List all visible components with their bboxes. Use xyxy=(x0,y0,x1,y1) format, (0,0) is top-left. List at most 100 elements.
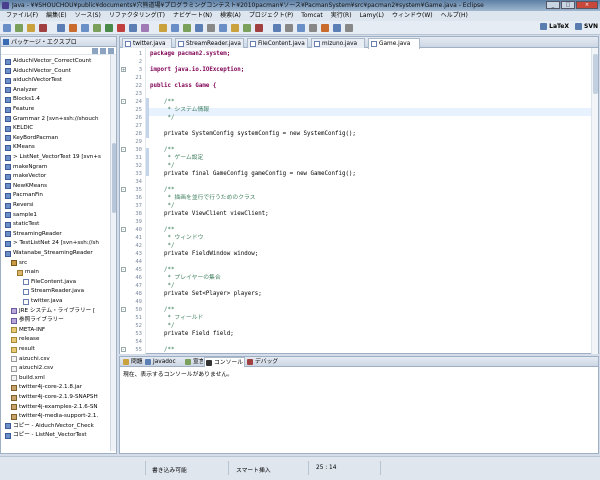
menu-item[interactable]: ウィンドウ(W) xyxy=(388,11,437,21)
console-tab[interactable]: コンソール xyxy=(204,357,245,367)
console-tab[interactable]: 問題 xyxy=(122,357,143,367)
toolbar-icon[interactable] xyxy=(345,24,353,32)
collapse-all-icon[interactable] xyxy=(92,48,98,54)
menu-item[interactable]: ソース(S) xyxy=(71,11,105,21)
tree-item-proj[interactable]: Watanabe_StreamingReader xyxy=(5,249,112,258)
tree-item-proj[interactable]: Feature xyxy=(5,105,112,114)
close-button[interactable]: × xyxy=(576,1,598,9)
toolbar-icon[interactable] xyxy=(207,24,215,32)
tree-item-file[interactable]: aizuchi.csv xyxy=(11,355,112,364)
tree-item-lib[interactable]: JRE システム・ライブラリー [ xyxy=(11,307,112,316)
menu-item[interactable]: ナビゲート(N) xyxy=(169,11,216,21)
toolbar-icon[interactable] xyxy=(57,24,65,32)
toolbar-icon[interactable] xyxy=(81,24,89,32)
toolbar-icon[interactable] xyxy=(129,24,137,32)
tree-item-java[interactable]: StreamReader.java xyxy=(23,287,112,296)
menu-item[interactable]: ファイル(F) xyxy=(2,11,42,21)
console-tab[interactable]: 宣言 xyxy=(184,357,203,367)
editor-scroll-thumb[interactable] xyxy=(593,54,598,94)
tree-item-proj[interactable]: makeNgram xyxy=(5,163,112,172)
tree-item-java[interactable]: FileContent.java xyxy=(23,278,112,287)
tree-item-folder[interactable]: META-INF xyxy=(11,326,112,335)
tree-item-proj[interactable]: > ListNet_VectorTest 19 [svn+s xyxy=(5,153,112,162)
tree-item-proj[interactable]: sample1 xyxy=(5,211,112,220)
toolbar-icon[interactable] xyxy=(273,24,281,32)
tree-item-proj[interactable]: KELDIC xyxy=(5,124,112,133)
console-tab[interactable]: Javadoc xyxy=(144,357,183,367)
toolbar-icon[interactable] xyxy=(333,24,341,32)
menu-item[interactable]: Lamy(L) xyxy=(356,11,388,21)
fold-toggle-icon[interactable]: - xyxy=(121,227,126,232)
tree-item-proj[interactable]: KMeans xyxy=(5,143,112,152)
toolbar-icon[interactable] xyxy=(93,24,101,32)
toolbar-icon[interactable] xyxy=(159,24,167,32)
tree-item-proj[interactable]: PacmanFin xyxy=(5,191,112,200)
tree-item-proj[interactable]: コピー - ListNet_VectorTest xyxy=(5,431,112,440)
toolbar-icon[interactable] xyxy=(255,24,263,32)
view-menu-icon[interactable] xyxy=(108,48,114,54)
fold-toggle-icon[interactable]: - xyxy=(121,99,126,104)
code-area[interactable]: 1 2 3 +21 22 23 24-25 26 27 28 29 30-31 32 33 34 35-36 3… xyxy=(120,48,598,354)
tree-item-src[interactable]: src xyxy=(11,259,112,268)
toolbar-icon[interactable] xyxy=(39,24,47,32)
toolbar-icon[interactable] xyxy=(195,24,203,32)
tree-item-lib[interactable]: 参照ライブラリー xyxy=(11,316,112,325)
tree-item-java[interactable]: twitter.java xyxy=(23,297,112,306)
maximize-button[interactable]: □ xyxy=(561,1,575,9)
tree-item-proj[interactable]: staticTest xyxy=(5,220,112,229)
tree-item-proj[interactable]: AiduchiVector_CorrectCount xyxy=(5,57,112,66)
menu-item[interactable]: Tomcat xyxy=(297,11,327,21)
menu-item[interactable]: プロジェクト(P) xyxy=(245,11,297,21)
tree-item-jar[interactable]: twitter4j-examples-2.1.6-SN xyxy=(11,403,112,412)
menu-item[interactable]: 編集(E) xyxy=(42,11,70,21)
menu-item[interactable]: リファクタリング(T) xyxy=(105,11,169,21)
toolbar-icon[interactable] xyxy=(219,24,227,32)
menu-item[interactable]: 実行(R) xyxy=(327,11,356,21)
fold-toggle-icon[interactable]: + xyxy=(121,67,126,72)
fold-toggle-icon[interactable]: - xyxy=(121,147,126,152)
tree-item-pkg[interactable]: main xyxy=(17,268,112,277)
toolbar-icon[interactable] xyxy=(231,24,239,32)
toolbar-icon[interactable] xyxy=(309,24,317,32)
toolbar-icon[interactable] xyxy=(3,24,11,32)
tree-item-proj[interactable]: > TestListNet 24 [svn+ssh://sh xyxy=(5,239,112,248)
editor-tab[interactable]: mizuno.java xyxy=(311,38,365,48)
fold-toggle-icon[interactable]: - xyxy=(121,187,126,192)
menu-item[interactable]: 検索(A) xyxy=(216,11,245,21)
toolbar-icon[interactable] xyxy=(105,24,113,32)
minimize-button[interactable]: _ xyxy=(546,1,560,9)
tree-item-proj[interactable]: Analyzer xyxy=(5,86,112,95)
toolbar-icon[interactable] xyxy=(285,24,293,32)
editor-scrollbar[interactable] xyxy=(591,48,598,354)
toolbar-icon[interactable] xyxy=(117,24,125,32)
editor-tab[interactable]: StreamReader.java xyxy=(175,38,244,48)
editor-tab[interactable]: twitter.java xyxy=(122,38,172,48)
tree-item-file[interactable]: build.xml xyxy=(11,374,112,383)
explorer-scroll-thumb[interactable] xyxy=(112,143,116,213)
fold-toggle-icon[interactable]: - xyxy=(121,267,126,272)
toolbar-icon[interactable] xyxy=(141,24,149,32)
toolbar-icon[interactable] xyxy=(27,24,35,32)
perspective-latex[interactable]: LaTeX xyxy=(540,23,569,30)
toolbar-icon[interactable] xyxy=(321,24,329,32)
tree-item-jar[interactable]: twitter4j-core-2.1.9-SNAPSH xyxy=(11,393,112,402)
tree-item-folder[interactable]: release xyxy=(11,335,112,344)
toolbar-icon[interactable] xyxy=(183,24,191,32)
tree-item-proj[interactable]: Grammar 2 [svn+ssh://shouch xyxy=(5,115,112,124)
tree-item-proj[interactable]: makeVector xyxy=(5,172,112,181)
toolbar-icon[interactable] xyxy=(171,24,179,32)
tree-item-proj[interactable]: Reversi xyxy=(5,201,112,210)
tree-item-jar[interactable]: twitter4j-media-support-2.1. xyxy=(11,412,112,421)
tree-item-proj[interactable]: StreamingReader xyxy=(5,230,112,239)
fold-toggle-icon[interactable]: - xyxy=(121,307,126,312)
link-editor-icon[interactable] xyxy=(100,48,106,54)
tree-item-proj[interactable]: aiduchiVectorTest xyxy=(5,76,112,85)
tree-item-file[interactable]: aizuchi2.csv xyxy=(11,364,112,373)
menu-item[interactable]: ヘルプ(H) xyxy=(437,11,472,21)
tree-item-proj[interactable]: KeyBordPacman xyxy=(5,134,112,143)
console-tab[interactable]: デバッグ xyxy=(246,357,284,367)
tree-item-proj[interactable]: コピー - AiduchiVector_Check xyxy=(5,422,112,431)
toolbar-icon[interactable] xyxy=(297,24,305,32)
perspective-svn[interactable]: SVN xyxy=(575,23,598,30)
toolbar-icon[interactable] xyxy=(15,24,23,32)
